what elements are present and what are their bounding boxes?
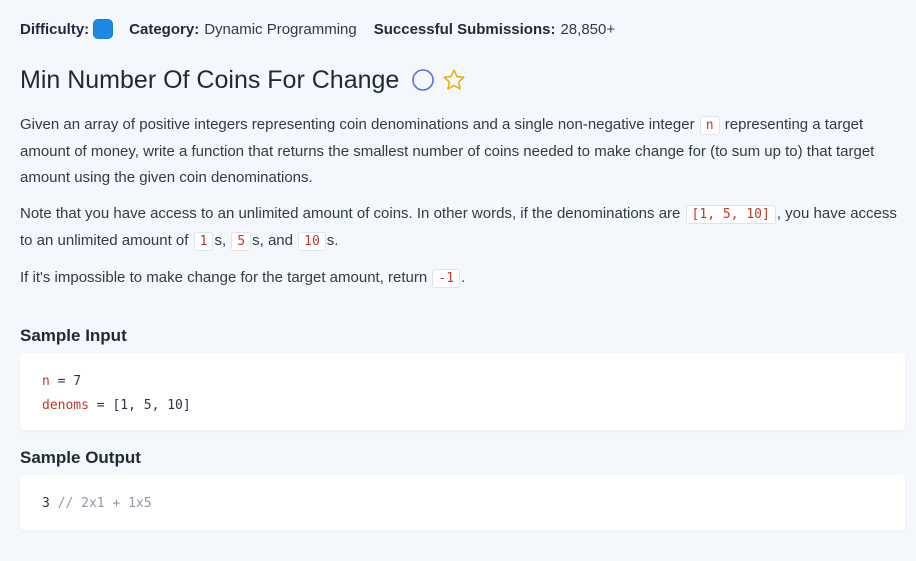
p3-text-a: If it's impossible to make change for th… bbox=[20, 269, 432, 286]
category-value: Dynamic Programming bbox=[204, 20, 357, 38]
star-outline-icon[interactable] bbox=[442, 68, 466, 92]
inline-code-denoms: [1, 5, 10] bbox=[685, 205, 776, 224]
title-row: Min Number Of Coins For Change bbox=[20, 63, 466, 97]
inline-code-1: 1 bbox=[193, 232, 214, 251]
p1-text-a: Given an array of positive integers repr… bbox=[20, 116, 699, 133]
sample-output-label: Sample Output bbox=[20, 448, 141, 467]
sample-input-code-block: n = 7 denoms = [1, 5, 10] bbox=[20, 353, 905, 430]
circle-outline-icon[interactable] bbox=[411, 68, 435, 92]
p2-text-e: s. bbox=[326, 232, 339, 249]
sample-output-line: 3 // 2x1 + 1x5 bbox=[42, 492, 883, 516]
description-paragraph-1: Given an array of positive integers repr… bbox=[20, 112, 904, 191]
category-label: Category: bbox=[129, 20, 200, 38]
submissions-label: Successful Submissions: bbox=[373, 20, 556, 38]
inline-code-5: 5 bbox=[231, 232, 252, 251]
sample-output-code-block: 3 // 2x1 + 1x5 bbox=[20, 475, 905, 530]
difficulty-label: Difficulty: bbox=[20, 20, 90, 38]
sample-input-line-1: n = 7 bbox=[42, 370, 883, 394]
p2-text-d: s, and bbox=[252, 232, 298, 249]
sample-input-var-n: n bbox=[42, 374, 50, 389]
difficulty-badge bbox=[93, 19, 114, 39]
sample-input-value-denoms: = [1, 5, 10] bbox=[88, 398, 191, 413]
problem-meta-row: Difficulty: Category: Dynamic Programmin… bbox=[20, 18, 615, 40]
description-paragraph-2: Note that you have access to an unlimite… bbox=[20, 201, 904, 255]
sample-input-label: Sample Input bbox=[20, 326, 127, 345]
page-title: Min Number Of Coins For Change bbox=[20, 66, 400, 94]
submissions-value: 28,850+ bbox=[560, 20, 616, 38]
sample-input-line-2: denoms = [1, 5, 10] bbox=[42, 394, 883, 418]
p2-text-a: Note that you have access to an unlimite… bbox=[20, 205, 685, 222]
sample-output-comment: // 2x1 + 1x5 bbox=[49, 496, 152, 511]
inline-code-minus-1: -1 bbox=[432, 269, 461, 288]
p2-text-c: s, bbox=[214, 232, 231, 249]
inline-code-n: n bbox=[699, 116, 720, 135]
sample-input-var-denoms: denoms bbox=[42, 398, 89, 413]
sample-output-value: 3 bbox=[42, 496, 50, 511]
sample-input-value-n: = 7 bbox=[49, 374, 82, 389]
inline-code-10: 10 bbox=[298, 232, 326, 251]
p3-text-b: . bbox=[461, 269, 466, 286]
description-paragraph-3: If it's impossible to make change for th… bbox=[20, 265, 904, 292]
